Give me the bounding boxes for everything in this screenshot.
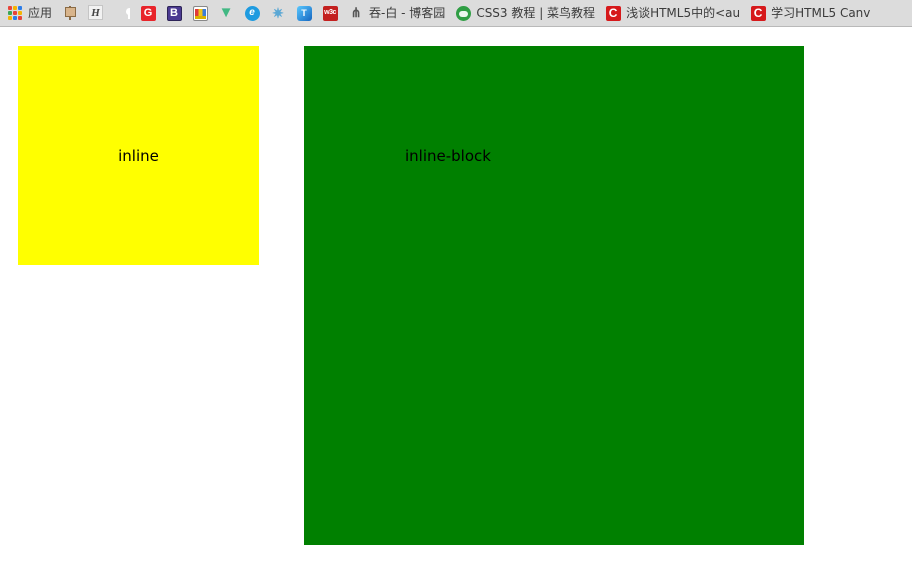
bookmark-label: CSS3 教程 | 菜鸟教程 <box>476 6 596 20</box>
apps-grid-icon <box>7 5 23 21</box>
atom-icon: ✷ <box>272 5 284 21</box>
inline-block-demo-box: inline-block <box>304 46 804 545</box>
pen-icon: ⋔ <box>350 5 362 20</box>
bookmark-item[interactable]: G <box>136 3 160 24</box>
bookmark-item-html5-audio[interactable]: C 浅谈HTML5中的<au <box>601 3 744 24</box>
vue-v-icon: ▼ <box>218 5 234 21</box>
bookmark-item[interactable] <box>110 3 134 24</box>
script-h-icon: H <box>88 5 104 21</box>
bookmark-item[interactable]: w3c <box>318 3 342 24</box>
apps-shortcut-label: 应用 <box>28 6 53 20</box>
apps-shortcut-button[interactable]: 应用 <box>3 3 56 24</box>
w3c-icon-text: w3c <box>322 5 338 21</box>
bookmarks-bar: 应用 H G B ▼ e ✷ T w3c ⋔ 吞-白 - 博客园 CSS3 教程… <box>0 0 912 27</box>
bookmark-item[interactable]: ▼ <box>214 3 238 24</box>
inline-demo-box: inline <box>18 46 259 265</box>
bootstrap-b-icon: B <box>166 5 182 21</box>
bookmark-item[interactable]: T <box>292 3 316 24</box>
red-c-icon: C <box>750 5 766 21</box>
github-icon <box>114 5 130 21</box>
page-viewport: inline inline-block <box>0 27 912 567</box>
bookmark-label: 学习HTML5 Canv <box>771 6 871 20</box>
red-c-icon: C <box>605 5 621 21</box>
bookmark-item-runoob[interactable]: CSS3 教程 | 菜鸟教程 <box>451 3 599 24</box>
bookmark-item[interactable]: H <box>84 3 108 24</box>
bookmark-label: 吞-白 - 博客园 <box>369 6 446 20</box>
inline-demo-label: inline <box>118 146 159 165</box>
bookmark-item[interactable] <box>188 3 212 24</box>
bookmark-item[interactable]: e <box>240 3 264 24</box>
cube-icon <box>62 5 78 21</box>
bookmark-item-cnblogs[interactable]: ⋔ 吞-白 - 博客园 <box>344 3 449 24</box>
bookmark-item[interactable]: B <box>162 3 186 24</box>
blue-e-icon: e <box>244 5 260 21</box>
blue-t-icon: T <box>296 5 312 21</box>
bookmark-item[interactable] <box>58 3 82 24</box>
w3c-icon: w3c <box>322 5 338 21</box>
bookmark-item[interactable]: ✷ <box>266 3 290 24</box>
inline-block-demo-label: inline-block <box>405 147 491 165</box>
g-red-icon: G <box>140 5 156 21</box>
green-circle-icon <box>455 5 471 21</box>
crown-icon <box>192 5 208 21</box>
bookmark-label: 浅谈HTML5中的<au <box>626 6 741 20</box>
bookmark-item-html5-canvas[interactable]: C 学习HTML5 Canv <box>746 3 874 24</box>
